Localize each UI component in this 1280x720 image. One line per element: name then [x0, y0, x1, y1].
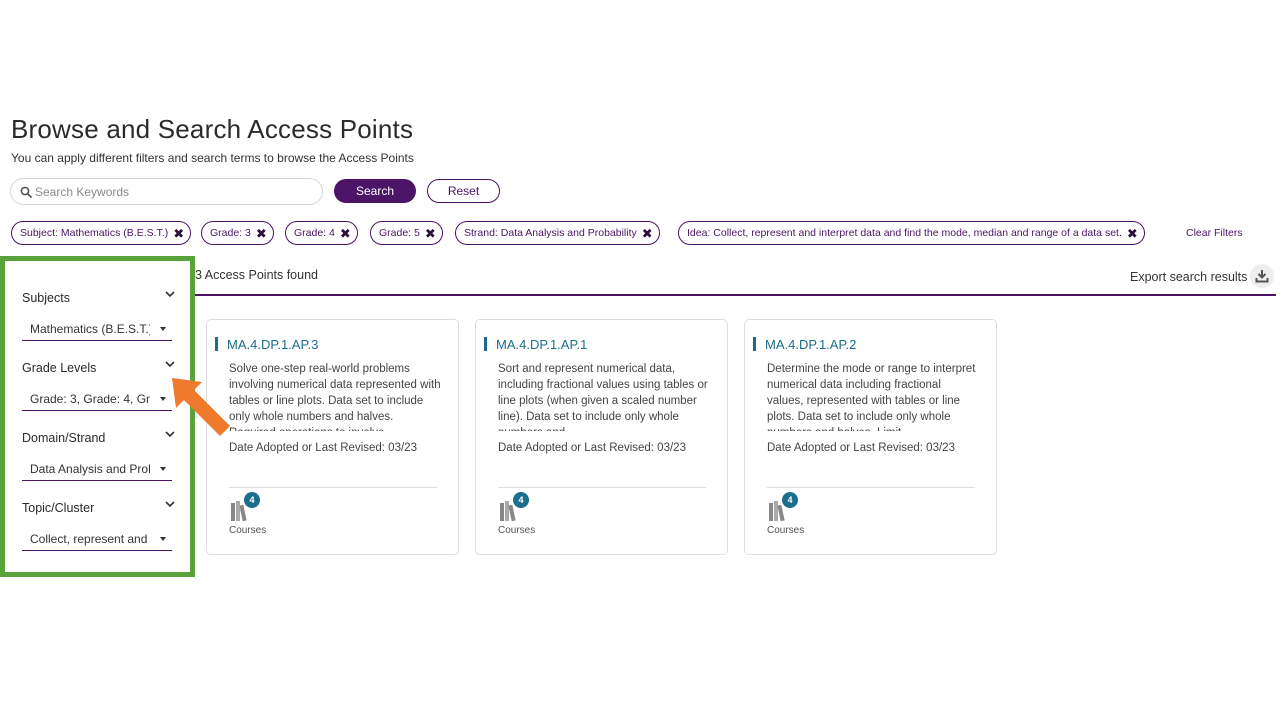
- courses-count-badge: 4: [513, 492, 529, 508]
- courses-label: Courses: [229, 525, 267, 536]
- caret-down-icon: [160, 467, 166, 471]
- topic-cluster-dropdown[interactable]: Collect, represent and interpret data: [22, 527, 172, 551]
- access-point-card[interactable]: MA.4.DP.1.AP.1 Sort and represent numeri…: [475, 319, 728, 555]
- chip-label: Grade: 5: [379, 227, 420, 239]
- chip-label: Idea: Collect, represent and interpret d…: [687, 227, 1122, 239]
- search-input[interactable]: [35, 184, 315, 199]
- courses-label: Courses: [498, 525, 536, 536]
- results-count: 3 Access Points found: [195, 268, 318, 282]
- card-divider: [229, 487, 437, 488]
- chip-label: Strand: Data Analysis and Probability: [464, 227, 637, 239]
- download-icon[interactable]: [1250, 264, 1274, 288]
- chevron-down-icon[interactable]: [164, 498, 176, 510]
- export-results-label[interactable]: Export search results: [1130, 270, 1247, 284]
- card-accent-bar: [753, 337, 756, 351]
- filter-chip-grade-5[interactable]: Grade: 5 ✖: [370, 221, 443, 245]
- caret-down-icon: [160, 537, 166, 541]
- close-icon[interactable]: ✖: [425, 227, 436, 240]
- search-button[interactable]: Search: [334, 179, 416, 203]
- results-divider: [195, 294, 1276, 296]
- access-point-description: Solve one-step real-world problems invol…: [229, 363, 441, 431]
- filter-chip-grade-4[interactable]: Grade: 4 ✖: [285, 221, 358, 245]
- card-divider: [498, 487, 706, 488]
- courses-count-badge: 4: [782, 492, 798, 508]
- dropdown-value: Collect, represent and interpret data: [30, 531, 150, 546]
- courses-label: Courses: [767, 525, 805, 536]
- card-accent-bar: [215, 337, 218, 351]
- search-box[interactable]: [10, 178, 323, 205]
- caret-down-icon: [160, 327, 166, 331]
- clear-filters-link[interactable]: Clear Filters: [1186, 227, 1243, 239]
- reset-button[interactable]: Reset: [427, 179, 500, 203]
- filter-chip-strand[interactable]: Strand: Data Analysis and Probability ✖: [455, 221, 660, 245]
- domain-strand-dropdown[interactable]: Data Analysis and Probability: [22, 457, 172, 481]
- card-divider: [767, 487, 975, 488]
- chevron-down-icon[interactable]: [164, 358, 176, 370]
- filter-chip-subject[interactable]: Subject: Mathematics (B.E.S.T.) ✖: [11, 221, 192, 245]
- chevron-down-icon[interactable]: [164, 288, 176, 300]
- access-point-card[interactable]: MA.4.DP.1.AP.3 Solve one-step real-world…: [206, 319, 459, 555]
- filter-label: Grade Levels: [22, 361, 97, 375]
- close-icon[interactable]: ✖: [1127, 227, 1138, 240]
- caret-down-icon: [160, 397, 166, 401]
- access-point-code-link[interactable]: MA.4.DP.1.AP.1: [496, 337, 587, 352]
- dropdown-value: Mathematics (B.E.S.T.): [30, 321, 150, 336]
- search-icon: [20, 186, 32, 198]
- filter-sidebar: Subjects Mathematics (B.E.S.T.) Grade Le…: [0, 256, 195, 577]
- dropdown-value: Data Analysis and Probability: [30, 461, 150, 476]
- card-accent-bar: [484, 337, 487, 351]
- close-icon[interactable]: ✖: [642, 227, 653, 240]
- access-point-description: Determine the mode or range to interpret…: [767, 363, 976, 431]
- subjects-dropdown[interactable]: Mathematics (B.E.S.T.): [22, 317, 172, 341]
- page-subtitle: You can apply different filters and sear…: [11, 151, 414, 165]
- close-icon[interactable]: ✖: [173, 227, 184, 240]
- courses-count-badge: 4: [244, 492, 260, 508]
- date-adopted: Date Adopted or Last Revised: 03/23: [498, 442, 686, 454]
- chip-label: Subject: Mathematics (B.E.S.T.): [20, 227, 169, 239]
- access-point-code-link[interactable]: MA.4.DP.1.AP.2: [765, 337, 856, 352]
- filter-label: Subjects: [22, 291, 70, 305]
- page-title: Browse and Search Access Points: [11, 114, 414, 144]
- date-adopted: Date Adopted or Last Revised: 03/23: [767, 442, 955, 454]
- close-icon[interactable]: ✖: [256, 227, 267, 240]
- filter-label: Topic/Cluster: [22, 501, 95, 515]
- filter-label: Domain/Strand: [22, 431, 106, 445]
- filter-chip-grade-3[interactable]: Grade: 3 ✖: [201, 221, 274, 245]
- access-point-code-link[interactable]: MA.4.DP.1.AP.3: [227, 337, 318, 352]
- access-point-description: Sort and represent numerical data, inclu…: [498, 363, 708, 431]
- date-adopted: Date Adopted or Last Revised: 03/23: [229, 442, 417, 454]
- filter-chip-idea[interactable]: Idea: Collect, represent and interpret d…: [678, 221, 1145, 245]
- chip-label: Grade: 4: [294, 227, 335, 239]
- access-point-card[interactable]: MA.4.DP.1.AP.2 Determine the mode or ran…: [744, 319, 997, 555]
- arrow-pointer-icon: [172, 378, 230, 436]
- dropdown-value: Grade: 3, Grade: 4, Grade: 5: [30, 391, 150, 406]
- chip-label: Grade: 3: [210, 227, 251, 239]
- close-icon[interactable]: ✖: [340, 227, 351, 240]
- grade-levels-dropdown[interactable]: Grade: 3, Grade: 4, Grade: 5: [22, 387, 172, 411]
